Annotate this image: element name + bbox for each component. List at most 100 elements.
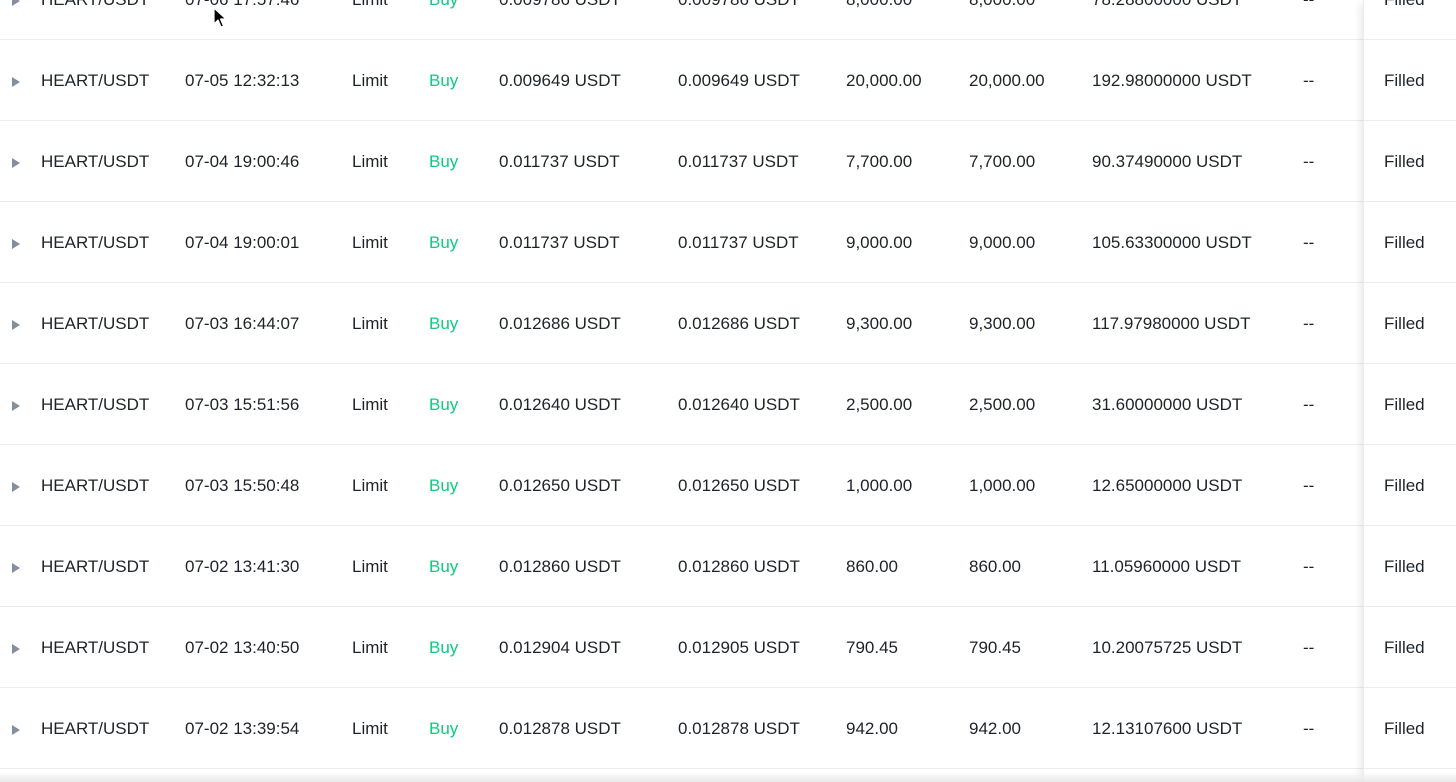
order-time-cell: 07-04 19:00:01 [185,233,300,252]
pair-cell: HEART/USDT [41,476,150,495]
price-cell: 0.011737 USDT [499,233,620,252]
price-cell: 0.011737 USDT [499,152,620,171]
pair-cell: HEART/USDT [41,395,150,414]
expand-row-icon[interactable] [9,202,23,283]
total-cell: 12.13107600 USDT [1092,719,1243,738]
side-cell: Buy [429,152,459,171]
pair-cell: HEART/USDT [41,557,150,576]
average-price-cell: 0.009649 USDT [678,71,800,90]
filled-cell: 7,700.00 [969,152,1036,171]
status-cell: Filled [1384,233,1425,252]
expand-row-icon[interactable] [9,0,23,40]
total-cell: 117.97980000 USDT [1092,314,1251,333]
amount-cell: 1,000.00 [846,476,913,495]
price-cell: 0.012904 USDT [499,638,621,657]
side-cell: Buy [429,395,459,414]
status-cell: Filled [1384,71,1425,90]
filled-cell: 8,000.00 [969,0,1035,40]
expand-row-icon[interactable] [9,40,23,121]
expand-row-icon[interactable] [9,526,23,607]
order-type-cell: Limit [352,476,388,495]
total-cell: 31.60000000 USDT [1092,395,1243,414]
table-row[interactable]: HEART/USDT 07-04 19:00:01 Limit Buy 0.011737… [0,202,1456,283]
order-type-cell: Limit [352,557,388,576]
pair-cell: HEART/USDT [41,0,149,40]
amount-cell: 9,000.00 [846,233,913,252]
amount-cell: 7,700.00 [846,152,913,171]
table-row[interactable]: HEART/USDT 07-05 12:32:13 Limit Buy 0.009649… [0,40,1456,121]
average-price-cell: 0.012878 USDT [678,719,800,738]
amount-cell: 9,300.00 [846,314,913,333]
table-row[interactable]: HEART/USDT 07-02 13:39:54 Limit Buy 0.012878… [0,688,1456,769]
pair-cell: HEART/USDT [41,233,150,252]
order-time-cell: 07-05 12:32:13 [185,71,300,90]
expand-row-icon[interactable] [9,364,23,445]
side-cell: Buy [429,314,459,333]
order-time-cell: 07-02 13:41:30 [185,557,300,576]
total-cell: 11.05960000 USDT [1092,557,1242,576]
side-cell: Buy [429,71,459,90]
order-type-cell: Limit [352,395,388,414]
trigger-conditions-cell: -- [1303,0,1314,40]
trigger-conditions-cell: -- [1303,152,1315,171]
amount-cell: 20,000.00 [846,71,922,90]
table-row[interactable]: HEART/USDT 07-03 16:44:07 Limit Buy 0.012686… [0,283,1456,364]
expand-row-icon[interactable] [9,445,23,526]
trigger-conditions-cell: -- [1303,638,1315,657]
pair-cell: HEART/USDT [41,638,150,657]
status-cell: Filled [1384,395,1425,414]
order-type-cell: Limit [352,638,388,657]
side-cell: Buy [429,476,459,495]
total-cell: 105.63300000 USDT [1092,233,1252,252]
average-price-cell: 0.011737 USDT [678,152,799,171]
trigger-conditions-cell: -- [1303,476,1315,495]
price-cell: 0.012650 USDT [499,476,621,495]
amount-cell: 790.45 [846,638,898,657]
average-price-cell: 0.012640 USDT [678,395,800,414]
table-row[interactable]: HEART/USDT 07-03 15:51:56 Limit Buy 0.012640… [0,364,1456,445]
average-price-cell: 0.011737 USDT [678,233,799,252]
bottom-scroll-fade [0,772,1456,782]
total-cell: 90.37490000 USDT [1092,152,1243,171]
expand-row-icon[interactable] [9,688,23,769]
order-type-cell: Limit [352,0,388,40]
order-type-cell: Limit [352,152,388,171]
price-cell: 0.012640 USDT [499,395,621,414]
expand-row-icon[interactable] [9,283,23,364]
average-price-cell: 0.012686 USDT [678,314,800,333]
side-cell: Buy [429,0,458,40]
table-row[interactable]: HEART/USDT 07-02 13:41:30 Limit Buy 0.012860… [0,526,1456,607]
total-cell: 78.28800000 USDT [1092,0,1242,40]
average-price-cell: 0.009786 USDT [678,0,800,40]
table-row[interactable]: HEART/USDT 07-04 19:00:46 Limit Buy 0.011737… [0,121,1456,202]
trigger-conditions-cell: -- [1303,314,1315,333]
pair-cell: HEART/USDT [41,71,150,90]
expand-row-icon[interactable] [9,607,23,688]
price-cell: 0.009786 USDT [499,0,621,40]
table-row[interactable]: HEART/USDT 07-03 15:50:48 Limit Buy 0.012650… [0,445,1456,526]
status-cell: Filled [1384,557,1425,576]
status-cell: Filled [1384,314,1425,333]
table-row[interactable]: HEART/USDT 07-02 13:40:50 Limit Buy 0.012904… [0,607,1456,688]
expand-row-icon[interactable] [9,121,23,202]
filled-cell: 20,000.00 [969,71,1045,90]
average-price-cell: 0.012905 USDT [678,638,800,657]
order-time-cell: 07-02 13:40:50 [185,638,300,657]
amount-cell: 2,500.00 [846,395,913,414]
side-cell: Buy [429,638,459,657]
side-cell: Buy [429,719,459,738]
status-cell: Filled [1384,0,1425,40]
filled-cell: 9,300.00 [969,314,1036,333]
order-time-cell: 07-06 17:57:46 [185,0,299,40]
table-row[interactable]: HEART/USDT 07-06 17:57:46 Limit Buy 0.009786… [0,0,1456,40]
order-time-cell: 07-03 15:51:56 [185,395,300,414]
order-type-cell: Limit [352,71,388,90]
price-cell: 0.012860 USDT [499,557,621,576]
average-price-cell: 0.012860 USDT [678,557,800,576]
total-cell: 12.65000000 USDT [1092,476,1243,495]
filled-cell: 1,000.00 [969,476,1036,495]
price-cell: 0.012686 USDT [499,314,621,333]
pair-cell: HEART/USDT [41,314,150,333]
order-type-cell: Limit [352,314,388,333]
filled-cell: 860.00 [969,557,1021,576]
